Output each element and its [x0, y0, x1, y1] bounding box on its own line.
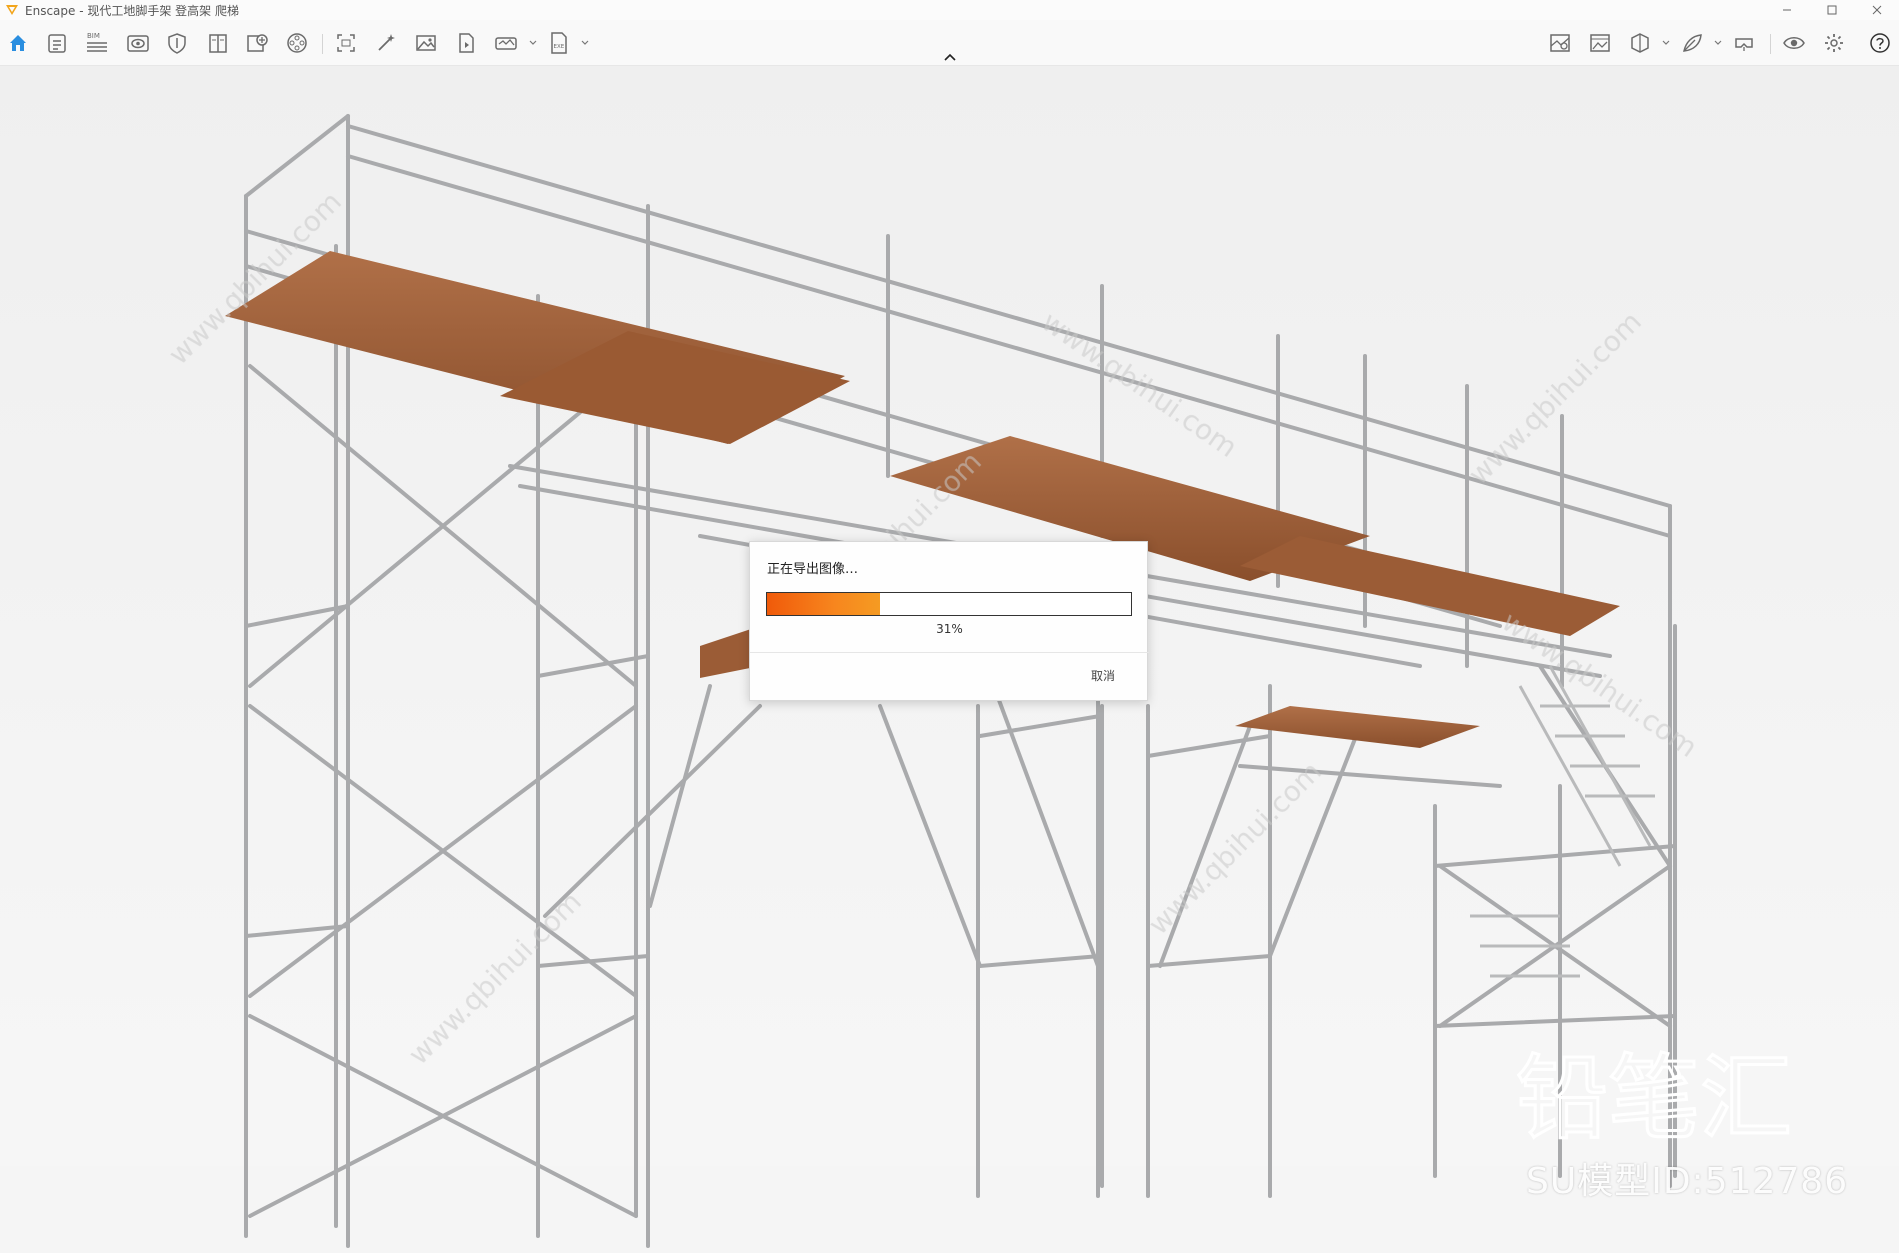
eye-icon [1783, 37, 1805, 49]
collapse-toolbar-toggle[interactable] [942, 52, 958, 62]
vr-mode-button[interactable] [1730, 29, 1758, 57]
help-icon [1870, 33, 1890, 53]
enscape-window: Enscape - 现代工地脚手架 登高架 爬梯 BIM EXE www.qbi… [0, 0, 1899, 1253]
exe-export-icon: EXE [551, 32, 567, 54]
leaf-brush-icon [1683, 34, 1702, 52]
film-reel-icon [287, 33, 307, 53]
cancel-button[interactable]: 取消 [1091, 667, 1115, 684]
map-icon [1550, 34, 1570, 52]
close-icon [1872, 5, 1882, 15]
shield-icon [168, 33, 186, 54]
panorama-button[interactable] [492, 29, 520, 57]
home-button[interactable] [4, 29, 32, 57]
settings-icon [1825, 34, 1843, 52]
quick-render-button[interactable] [372, 29, 400, 57]
svg-text:EXE: EXE [554, 44, 565, 50]
chevron-down-icon[interactable] [529, 40, 537, 46]
video-editor-button[interactable] [283, 29, 311, 57]
view-settings-button[interactable] [124, 29, 152, 57]
bim-mode-button[interactable]: BIM [83, 29, 111, 57]
safe-frame-button[interactable] [163, 29, 191, 57]
chevron-up-icon [944, 53, 956, 61]
brand-watermark: 铅笔汇 [1516, 1044, 1794, 1149]
dialog-divider [750, 652, 1149, 653]
map-view-button[interactable] [1546, 29, 1574, 57]
chevron-down-icon[interactable] [1714, 40, 1722, 46]
screenshot-icon [337, 34, 355, 52]
model-id-watermark: SU模型ID:512786 [1526, 1161, 1849, 1202]
vr-headset-icon [1735, 38, 1753, 51]
progress-bar [766, 592, 1132, 616]
asset-library-button[interactable] [204, 29, 232, 57]
export-standalone-button[interactable]: EXE [545, 29, 573, 57]
minimize-button[interactable] [1772, 0, 1802, 20]
panorama-360-icon [495, 37, 517, 50]
gallery-icon [1590, 34, 1610, 52]
window-title: Enscape - 现代工地脚手架 登高架 爬梯 [25, 3, 239, 18]
title-bar: Enscape - 现代工地脚手架 登高架 爬梯 [0, 0, 1899, 20]
view-visibility-button[interactable] [1780, 29, 1808, 57]
maximize-button[interactable] [1817, 0, 1847, 20]
maximize-icon [1827, 5, 1837, 15]
image-icon [416, 35, 436, 51]
batch-render-button[interactable] [452, 29, 480, 57]
close-button[interactable] [1862, 0, 1892, 20]
enscape-logo-icon [6, 5, 18, 15]
chevron-down-icon[interactable] [1662, 40, 1670, 46]
minimize-icon [1783, 9, 1791, 11]
brand-logo-text: 铅笔汇 [1516, 1045, 1792, 1148]
bim-icon: BIM [87, 32, 107, 52]
material-editor-button[interactable] [244, 29, 272, 57]
magic-wand-icon [378, 34, 395, 51]
visual-settings-button[interactable] [1678, 29, 1706, 57]
export-progress-dialog: 正在导出图像… 31% 取消 [749, 541, 1149, 701]
batch-render-icon [459, 33, 474, 53]
progress-bar-fill [767, 593, 880, 615]
render-image-button[interactable] [412, 29, 440, 57]
dialog-title: 正在导出图像… [767, 562, 859, 577]
svg-text:BIM: BIM [87, 32, 100, 40]
sync-update-button[interactable] [43, 29, 71, 57]
section-view-button[interactable] [1626, 29, 1654, 57]
help-button[interactable] [1866, 29, 1894, 57]
chevron-down-icon[interactable] [581, 40, 589, 46]
clipboard-icon [48, 34, 66, 53]
view-icon [127, 35, 149, 52]
asset-import-icon [247, 34, 268, 52]
home-icon [10, 35, 26, 51]
views-gallery-button[interactable] [1586, 29, 1614, 57]
book-icon [209, 34, 227, 53]
screenshot-button[interactable] [332, 29, 360, 57]
section-cube-icon [1631, 33, 1649, 53]
progress-percentage: 31% [936, 622, 963, 636]
toolbar-separator [322, 34, 323, 54]
settings-button[interactable] [1820, 29, 1848, 57]
toolbar-separator [1770, 34, 1771, 54]
